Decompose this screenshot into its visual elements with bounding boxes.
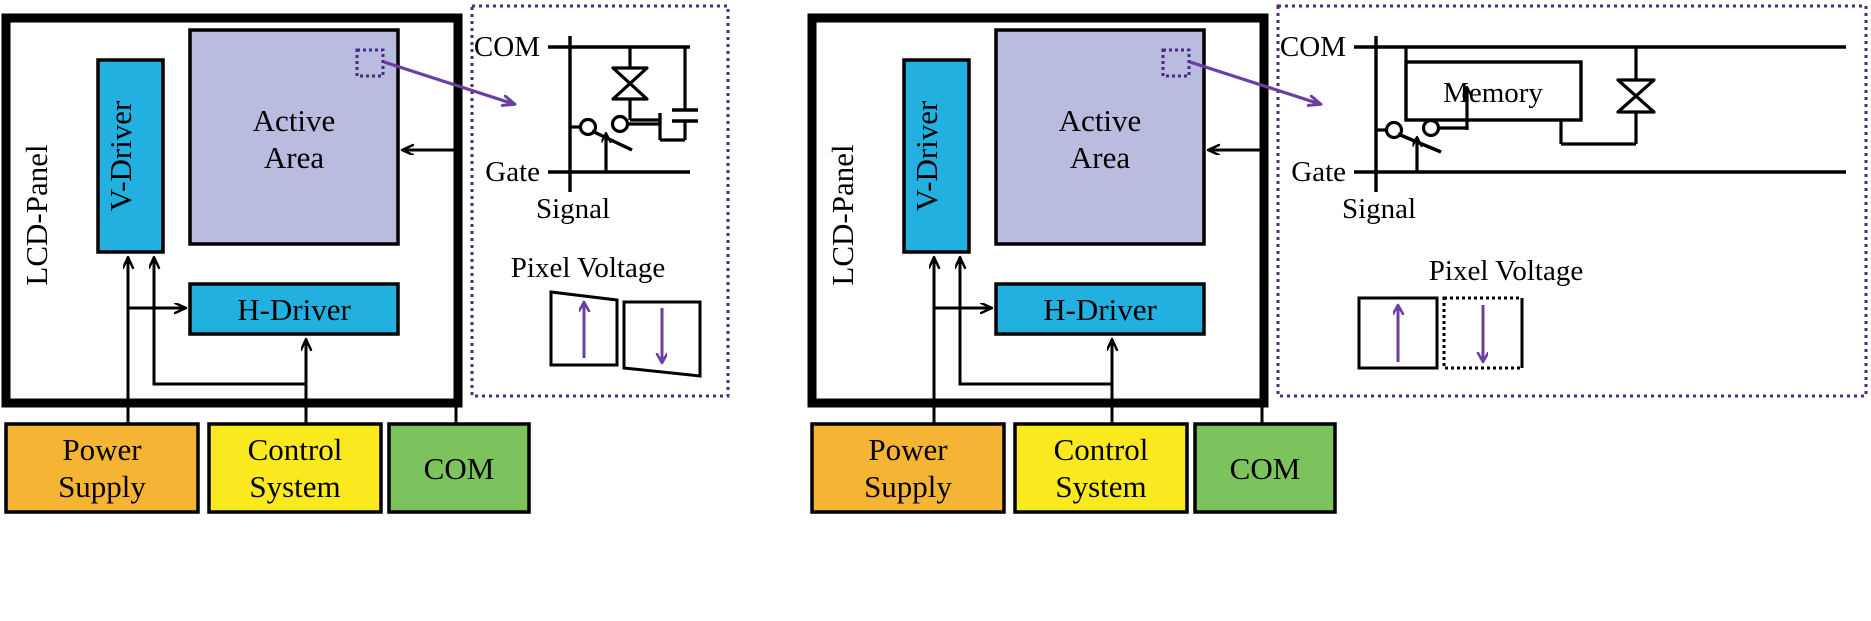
power-supply-label-line1: Power bbox=[62, 432, 142, 467]
gate-label: Gate bbox=[1291, 156, 1346, 188]
h-driver-label: H-Driver bbox=[237, 292, 351, 327]
power-supply-label-line2: Supply bbox=[58, 469, 146, 504]
active-area-label-line1: Active bbox=[1059, 103, 1142, 138]
lcd-panel-label: LCD-Panel bbox=[825, 144, 860, 285]
switch-lever bbox=[1397, 132, 1442, 154]
v-driver-label: V-Driver bbox=[909, 100, 944, 211]
h-driver-label: H-Driver bbox=[1043, 292, 1157, 327]
pixel-voltage-title: Pixel Voltage bbox=[511, 252, 665, 284]
com-block-label: COM bbox=[424, 451, 495, 486]
switch-terminal-right bbox=[1421, 118, 1441, 138]
power-supply-label-line1: Power bbox=[868, 432, 948, 467]
power-supply-label-line2: Supply bbox=[864, 469, 952, 504]
lcd-panel-label: LCD-Panel bbox=[19, 144, 54, 285]
gate-label: Gate bbox=[485, 156, 540, 188]
active-area-label-line2: Area bbox=[1070, 140, 1130, 175]
control-system-label-line1: Control bbox=[248, 432, 343, 467]
switch-terminal-right bbox=[610, 114, 630, 134]
v-driver-label: V-Driver bbox=[103, 100, 138, 211]
com-block-label: COM bbox=[1230, 451, 1301, 486]
memory-label: Memory bbox=[1443, 77, 1543, 109]
panel-left: LCD-Panel V-Driver Active Area H-Driver … bbox=[1, 4, 730, 514]
active-area-label-line2: Area bbox=[264, 140, 324, 175]
control-system-label-line2: System bbox=[1055, 469, 1146, 504]
com-label: COM bbox=[1280, 31, 1346, 63]
switch-lever bbox=[591, 129, 633, 152]
control-system-label-line1: Control bbox=[1054, 432, 1149, 467]
lc-bowtie-symbol bbox=[1616, 78, 1656, 114]
signal-label: Signal bbox=[536, 193, 610, 225]
lc-bowtie-symbol bbox=[611, 66, 649, 101]
pixel-voltage-title: Pixel Voltage bbox=[1429, 255, 1583, 287]
figure-canvas: LCD-Panel V-Driver Active Area H-Driver … bbox=[0, 0, 1871, 621]
panel-right: LCD-Panel V-Driver Active Area H-Driver … bbox=[807, 4, 1868, 514]
signal-label: Signal bbox=[1342, 193, 1416, 225]
control-system-label-line2: System bbox=[249, 469, 340, 504]
active-area-label-line1: Active bbox=[253, 103, 336, 138]
com-label: COM bbox=[474, 31, 540, 63]
